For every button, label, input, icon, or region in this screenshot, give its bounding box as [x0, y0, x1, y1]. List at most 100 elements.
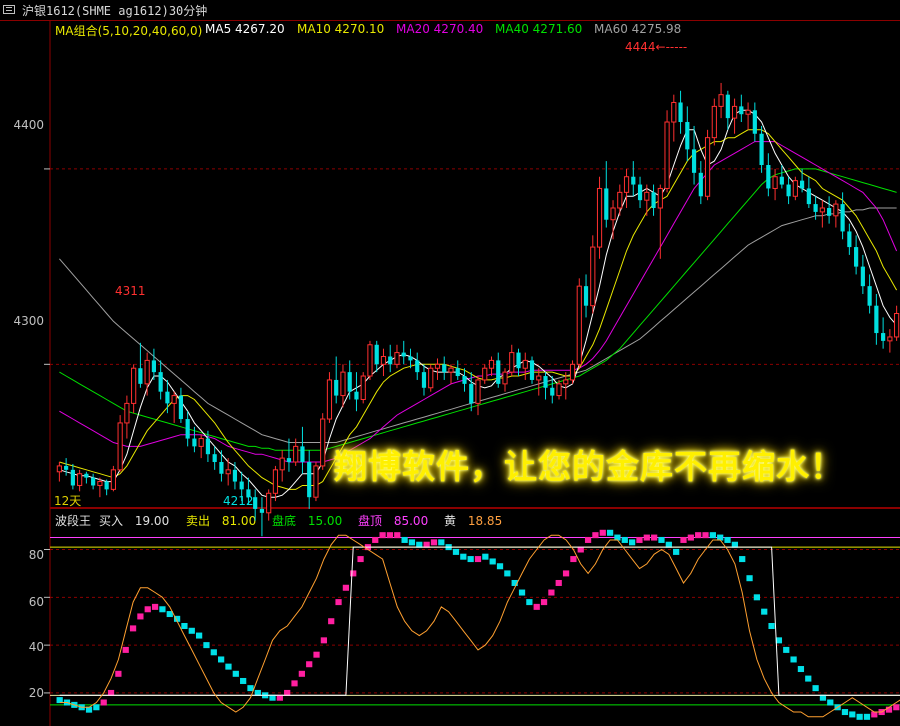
- candle-body-down: [286, 458, 292, 463]
- band-bar: [203, 642, 210, 649]
- candle-body-up: [293, 445, 299, 463]
- candle-body-down: [374, 344, 379, 365]
- band-bar: [893, 704, 900, 711]
- candle-body-up: [644, 191, 650, 201]
- band-bar: [122, 646, 129, 653]
- candle-body-down: [678, 102, 683, 123]
- candle-body-up: [110, 469, 116, 490]
- band-bar: [151, 603, 159, 610]
- band-bar: [210, 649, 217, 656]
- white-trigger-line: [59, 546, 900, 696]
- candle-body-down: [779, 176, 784, 185]
- band-bar: [386, 532, 394, 539]
- candle-body-up: [502, 371, 508, 385]
- candle-body-up: [198, 438, 204, 447]
- band-bar: [599, 529, 606, 536]
- band-bar: [350, 570, 357, 577]
- band-bar: [827, 699, 834, 706]
- band-bar: [379, 532, 386, 539]
- candle-body-down: [165, 391, 170, 404]
- candle-body-down: [516, 352, 521, 369]
- band-bar: [841, 709, 849, 716]
- band-bar: [629, 539, 636, 546]
- candle-body-down: [205, 438, 211, 455]
- candle-body-down: [401, 352, 406, 357]
- candle-body-down: [800, 180, 805, 189]
- candle-body-down: [415, 360, 420, 373]
- candle-body-up: [563, 379, 569, 385]
- candle-body-down: [151, 360, 156, 373]
- band-bar: [548, 589, 555, 596]
- band-bar: [100, 699, 107, 706]
- band-bar: [144, 606, 151, 613]
- candle-body-up: [536, 375, 542, 381]
- candle-body-up: [590, 246, 596, 307]
- candle-body-up: [610, 207, 616, 221]
- band-bar: [247, 685, 254, 692]
- candle-body-down: [759, 133, 764, 166]
- band-bar: [695, 532, 702, 539]
- candle-body-up: [428, 367, 434, 389]
- candle-body-down: [806, 188, 811, 205]
- candle-body-up: [97, 481, 103, 486]
- candle-body-up: [671, 101, 677, 123]
- candle-body-down: [739, 106, 744, 115]
- band-bar: [863, 713, 871, 720]
- candle-body-down: [604, 188, 609, 220]
- candle-body-down: [84, 473, 89, 478]
- band-bar: [328, 618, 335, 625]
- candle-body-down: [469, 383, 474, 404]
- candle-body-up: [367, 344, 373, 377]
- band-bar: [240, 677, 247, 684]
- candle-body-up: [131, 367, 137, 404]
- candle-body-up: [792, 180, 798, 197]
- band-bar: [482, 553, 489, 560]
- candle-body-up: [340, 371, 346, 397]
- chart-canvas[interactable]: [0, 0, 900, 726]
- band-bar: [93, 704, 100, 711]
- candle-body-down: [766, 165, 771, 189]
- band-bar: [702, 532, 709, 539]
- candle-body-down: [138, 368, 143, 384]
- candle-body-up: [576, 285, 582, 365]
- band-bar: [856, 713, 863, 720]
- band-bar: [408, 539, 416, 546]
- candle-body-down: [70, 469, 75, 486]
- candle-body-down: [307, 462, 312, 498]
- candle-body-up: [380, 355, 387, 365]
- candle-body-down: [840, 204, 845, 232]
- candle-body-down: [874, 305, 879, 334]
- candle-body-up: [320, 418, 326, 467]
- candle-body-down: [239, 481, 244, 490]
- candle-body-down: [691, 149, 697, 173]
- band-bar: [467, 556, 474, 563]
- band-bar: [687, 534, 694, 541]
- candle-body-up: [313, 465, 319, 498]
- candle-body-down: [259, 508, 265, 513]
- candle-body-up: [448, 367, 454, 373]
- band-bar: [673, 548, 680, 555]
- band-bar: [342, 584, 350, 591]
- band-bar: [489, 558, 496, 565]
- candle-body-up: [434, 363, 441, 369]
- candle-body-up: [623, 176, 630, 193]
- band-bar: [724, 536, 731, 543]
- band-bar: [137, 613, 144, 620]
- candle-body-up: [887, 336, 893, 342]
- candle-body-down: [64, 465, 69, 470]
- candle-body-down: [462, 376, 467, 384]
- candle-body-down: [550, 387, 555, 396]
- band-bar: [709, 532, 716, 539]
- candle-body-down: [685, 122, 690, 150]
- candle-body-down: [455, 368, 460, 377]
- candle-body-down: [543, 376, 548, 388]
- band-bar: [430, 539, 438, 546]
- band-bar: [313, 651, 320, 658]
- band-bar: [606, 529, 614, 536]
- chart-window: 沪银1612(SHME ag1612)30分钟 MA组合(5,10,20,40,…: [0, 0, 900, 726]
- ma10-line: [59, 129, 898, 490]
- candle-body-down: [408, 356, 413, 361]
- candle-body-up: [117, 422, 123, 471]
- band-bar: [783, 646, 790, 653]
- band-bar: [438, 539, 445, 546]
